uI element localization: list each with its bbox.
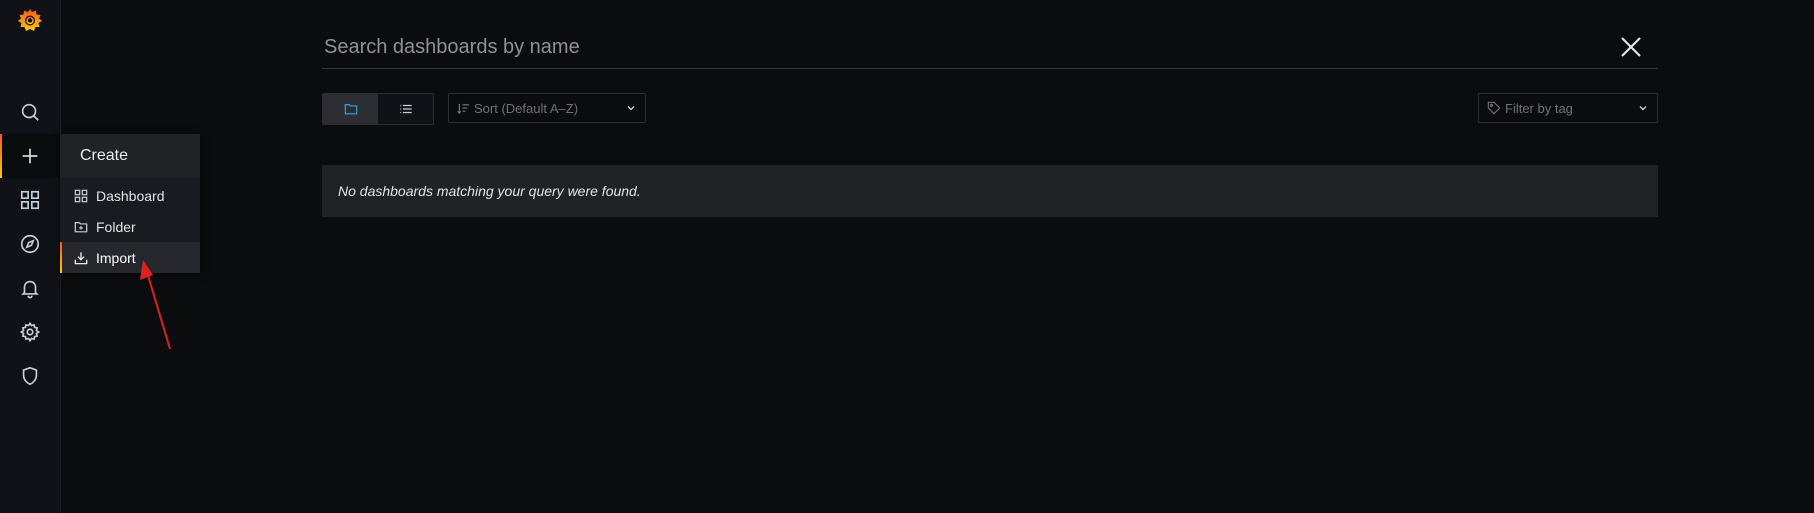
folder-view-icon — [344, 104, 357, 115]
create-menu-title[interactable]: Create — [60, 134, 200, 178]
sort-label: Sort (Default A–Z) — [474, 100, 579, 116]
compass-icon — [20, 234, 40, 254]
menu-item-label: Folder — [96, 218, 136, 235]
sort-select[interactable]: Sort (Default A–Z) — [448, 93, 646, 123]
chevron-down-icon — [1639, 106, 1647, 111]
sidebar — [0, 0, 61, 513]
sidebar-item-configuration[interactable] — [0, 310, 60, 354]
tag-filter-select[interactable]: Filter by tag — [1478, 93, 1658, 123]
search-icon — [21, 103, 39, 121]
menu-item-folder[interactable]: Folder — [60, 211, 200, 242]
annotation-arrow-icon — [140, 260, 171, 350]
sort-amount-icon — [457, 103, 470, 114]
apps-icon — [74, 189, 88, 202]
sidebar-item-alerting[interactable] — [0, 266, 60, 310]
empty-results-message: No dashboards matching your query were f… — [322, 165, 1658, 217]
sidebar-item-create[interactable] — [0, 134, 60, 178]
list-view-icon — [399, 104, 412, 114]
menu-item-label: Import — [96, 249, 136, 266]
tag-icon — [1487, 101, 1501, 115]
plus-icon — [22, 148, 38, 164]
folder-plus-icon — [74, 221, 88, 232]
gear-icon — [19, 321, 41, 343]
bell-icon — [21, 280, 39, 299]
close-icon[interactable] — [1618, 34, 1644, 60]
sidebar-item-dashboards[interactable] — [0, 178, 60, 222]
sidebar-item-explore[interactable] — [0, 222, 60, 266]
tag-filter-placeholder: Filter by tag — [1505, 100, 1573, 116]
chevron-down-icon — [627, 106, 635, 111]
sidebar-item-server-admin[interactable] — [0, 354, 60, 398]
sidebar-item-search[interactable] — [0, 90, 60, 134]
folder-view-button[interactable] — [323, 94, 378, 124]
empty-results-text: No dashboards matching your query were f… — [338, 183, 641, 199]
shield-icon — [22, 366, 38, 386]
view-mode-toggle — [322, 93, 434, 125]
search-bar — [322, 28, 1658, 69]
list-view-button[interactable] — [378, 94, 433, 124]
menu-item-import[interactable]: Import — [60, 242, 200, 273]
dashboards-icon — [20, 190, 40, 210]
menu-item-dashboard[interactable]: Dashboard — [60, 180, 200, 211]
search-input[interactable] — [322, 32, 1586, 62]
menu-item-label: Dashboard — [96, 187, 165, 204]
import-icon — [74, 251, 88, 264]
create-menu: Create Dashboard Folder Import — [60, 134, 200, 273]
grafana-logo[interactable] — [17, 7, 43, 33]
